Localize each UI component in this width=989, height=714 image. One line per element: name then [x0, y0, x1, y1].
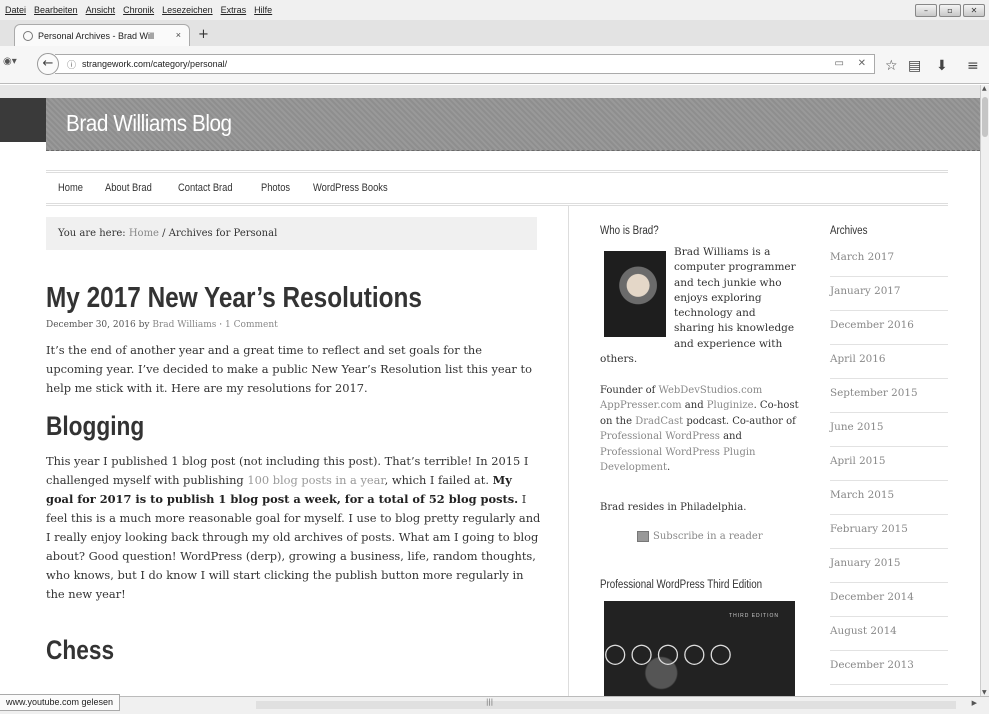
- 100-blog-posts-link[interactable]: 100 blog posts in a year: [247, 473, 384, 487]
- archives-list: March 2017 January 2017 December 2016 Ap…: [830, 243, 948, 685]
- subscribe-link[interactable]: Subscribe in a reader: [637, 531, 763, 542]
- book-widget-title: Professional WordPress Third Edition: [600, 579, 763, 591]
- navigation-toolbar: ◉▾ ⓘ strangework.com/category/personal/ …: [0, 46, 989, 84]
- professional-wordpress-plugin-link[interactable]: Professional WordPress Plugin Developmen…: [600, 447, 756, 473]
- archive-item[interactable]: February 2015: [830, 515, 948, 549]
- hamburger-menu-icon[interactable]: ≡: [967, 58, 979, 74]
- scroll-up-icon[interactable]: ▲: [982, 85, 987, 92]
- window-controls: – ▫ ✕: [915, 4, 985, 17]
- menu-datei[interactable]: Datei: [5, 5, 26, 15]
- horizontal-scrollbar[interactable]: [256, 701, 956, 709]
- book-cover-image[interactable]: THIRD EDITION ◯◯◯◯◯: [604, 601, 795, 696]
- address-bar[interactable]: ⓘ strangework.com/category/personal/ ▭ ✕: [55, 54, 875, 74]
- archive-item[interactable]: December 2016: [830, 311, 948, 345]
- status-bar: ||| ▶ www.youtube.com gelesen: [0, 694, 989, 714]
- new-tab-button[interactable]: +: [198, 27, 209, 42]
- history-dropdown-icon[interactable]: ◉▾: [3, 56, 17, 67]
- heading-chess: Chess: [46, 635, 115, 665]
- tab-personal-archives[interactable]: Personal Archives - Brad Will ×: [14, 24, 190, 46]
- webdevstudios-link[interactable]: WebDevStudios.com: [658, 385, 762, 396]
- archive-item[interactable]: January 2017: [830, 277, 948, 311]
- archive-item[interactable]: March 2017: [830, 243, 948, 277]
- scrollbar-thumb[interactable]: [982, 97, 988, 137]
- post-intro: It’s the end of another year and a great…: [46, 343, 532, 395]
- menu-extras[interactable]: Extras: [221, 5, 247, 15]
- content-divider: [568, 205, 569, 696]
- main-navigation: Home About Brad Contact Brad Photos Word…: [46, 170, 948, 206]
- page-viewport: Brad Williams Blog Home About Brad Conta…: [0, 85, 980, 696]
- breadcrumb-prefix: You are here:: [58, 228, 126, 239]
- professional-wordpress-link[interactable]: Professional WordPress: [600, 431, 720, 442]
- nav-contact-brad[interactable]: Contact Brad: [178, 182, 233, 194]
- maximize-icon[interactable]: ▫: [939, 4, 961, 17]
- menu-bar: Datei Bearbeiten Ansicht Chronik Lesezei…: [0, 0, 989, 20]
- scroll-grip-icon: |||: [486, 698, 494, 706]
- bookmarks-list-icon[interactable]: ▤: [908, 58, 921, 74]
- url-text: strangework.com/category/personal/: [82, 59, 228, 69]
- site-header: Brad Williams Blog: [46, 98, 980, 151]
- vertical-scrollbar[interactable]: ▲ ▼: [980, 85, 989, 696]
- typewriter-keys-icon: ◯◯◯◯◯: [604, 641, 736, 665]
- archives-title: Archives: [830, 225, 868, 237]
- scroll-right-icon[interactable]: ▶: [972, 699, 977, 707]
- rss-icon: [637, 531, 649, 542]
- brad-photo: [604, 251, 666, 337]
- post-date: December 30, 2016: [46, 320, 136, 330]
- post-by: by: [138, 320, 150, 330]
- breadcrumb-home-link[interactable]: Home: [129, 228, 159, 239]
- post-title[interactable]: My 2017 New Year’s Resolutions: [46, 282, 474, 315]
- archive-item[interactable]: April 2015: [830, 447, 948, 481]
- archive-item[interactable]: August 2014: [830, 617, 948, 651]
- book-edition-label: THIRD EDITION: [729, 613, 779, 619]
- nav-home[interactable]: Home: [58, 182, 83, 194]
- downloads-icon[interactable]: ⬇: [936, 58, 948, 74]
- archive-item[interactable]: December 2013: [830, 651, 948, 685]
- post-blogging-paragraph: This year I published 1 blog post (not i…: [46, 454, 541, 601]
- menu-chronik[interactable]: Chronik: [123, 5, 154, 15]
- archive-item[interactable]: April 2016: [830, 345, 948, 379]
- bio-widget: Brad Williams is a computer programmer a…: [600, 245, 796, 367]
- subscribe-label: Subscribe in a reader: [653, 531, 763, 542]
- archive-item[interactable]: January 2015: [830, 549, 948, 583]
- who-is-brad-title: Who is Brad?: [600, 225, 659, 237]
- reader-view-icon[interactable]: ▭: [835, 58, 844, 69]
- site-title[interactable]: Brad Williams Blog: [66, 110, 232, 137]
- menu-bearbeiten[interactable]: Bearbeiten: [34, 5, 78, 15]
- founder-text: Founder of WebDevStudios.com AppPresser.…: [600, 385, 799, 474]
- close-window-icon[interactable]: ✕: [963, 4, 985, 17]
- tab-title: Personal Archives - Brad Will: [38, 30, 155, 41]
- breadcrumb: You are here: Home / Archives for Person…: [46, 217, 537, 250]
- breadcrumb-separator: /: [162, 228, 166, 239]
- menu-ansicht[interactable]: Ansicht: [86, 5, 116, 15]
- scroll-down-icon[interactable]: ▼: [982, 689, 987, 696]
- tab-bar: Personal Archives - Brad Will × +: [0, 20, 989, 46]
- menu-lesezeichen[interactable]: Lesezeichen: [162, 5, 213, 15]
- archive-item[interactable]: December 2014: [830, 583, 948, 617]
- bookmark-star-icon[interactable]: ☆: [885, 58, 898, 74]
- nav-photos[interactable]: Photos: [261, 182, 290, 194]
- apppresser-link[interactable]: AppPresser.com: [600, 400, 682, 411]
- back-button[interactable]: ←: [37, 53, 59, 75]
- post-author-link[interactable]: Brad Williams: [152, 320, 216, 330]
- nav-about-brad[interactable]: About Brad: [105, 182, 152, 194]
- nav-wordpress-books[interactable]: WordPress Books: [313, 182, 388, 194]
- stop-loading-icon[interactable]: ✕: [858, 58, 866, 69]
- resides-text: Brad resides in Philadelphia.: [600, 502, 747, 513]
- loading-spinner-icon: [23, 30, 33, 41]
- archive-item[interactable]: March 2015: [830, 481, 948, 515]
- heading-blogging: Blogging: [46, 411, 145, 441]
- post-meta: December 30, 2016 by Brad Williams · 1 C…: [46, 320, 278, 330]
- status-message: www.youtube.com gelesen: [0, 694, 121, 711]
- site-info-icon[interactable]: ⓘ: [67, 58, 76, 71]
- breadcrumb-current: Archives for Personal: [168, 228, 278, 239]
- post-comments-link[interactable]: 1 Comment: [225, 320, 278, 330]
- pluginize-link[interactable]: Pluginize: [707, 400, 754, 411]
- meta-separator: ·: [219, 320, 223, 330]
- minimize-icon[interactable]: –: [915, 4, 937, 17]
- dradcast-link[interactable]: DradCast: [635, 416, 683, 427]
- archive-item[interactable]: September 2015: [830, 379, 948, 413]
- archive-item[interactable]: June 2015: [830, 413, 948, 447]
- tab-close-icon[interactable]: ×: [176, 30, 181, 40]
- menu-hilfe[interactable]: Hilfe: [254, 5, 272, 15]
